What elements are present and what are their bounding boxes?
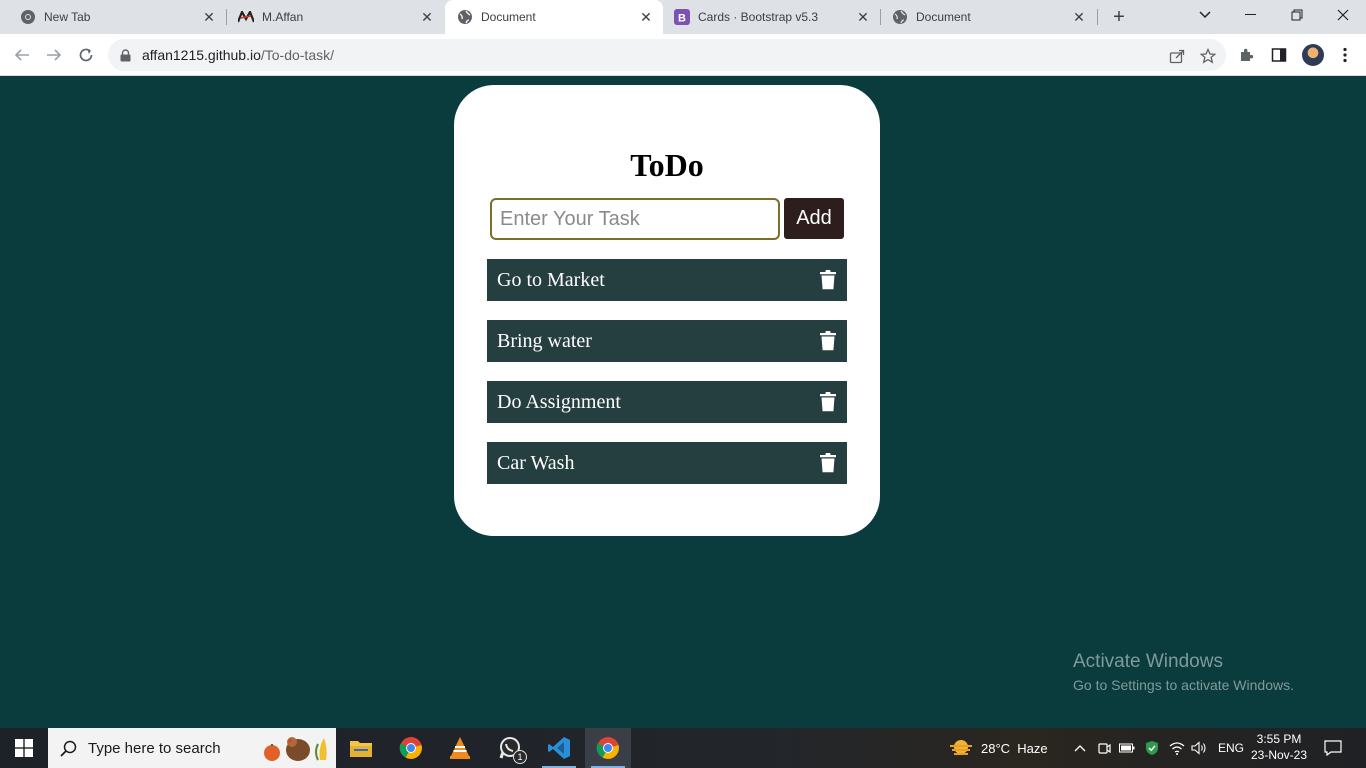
close-icon[interactable]: ✕ (418, 8, 436, 26)
menu-kebab-icon[interactable] (1334, 44, 1356, 66)
task-input[interactable] (490, 198, 780, 240)
tab-document[interactable]: Document ✕ (880, 0, 1096, 34)
tab-title: New Tab (44, 10, 91, 24)
extensions-puzzle-icon[interactable] (1236, 44, 1258, 66)
task-text: Car Wash (497, 451, 575, 474)
close-icon[interactable]: ✕ (1070, 8, 1088, 26)
add-button[interactable]: Add (784, 198, 844, 239)
task-item: Car Wash (487, 442, 847, 484)
task-item: Do Assignment (487, 381, 847, 423)
trash-icon[interactable] (819, 269, 837, 291)
avatar (1302, 44, 1324, 66)
clock-time: 3:55 PM (1256, 732, 1302, 746)
task-text: Go to Market (497, 268, 605, 291)
trash-icon[interactable] (819, 330, 837, 352)
language-label: ENG (1218, 741, 1245, 755)
meet-now-icon[interactable] (1095, 739, 1113, 757)
page-title: ToDo (630, 147, 704, 183)
taskbar-search[interactable]: Type here to search (48, 728, 336, 768)
task-list: Go to Market Bring water Do Assignment C… (487, 259, 847, 503)
tab-new-tab[interactable]: New Tab ✕ (0, 0, 226, 34)
tab-document-active[interactable]: Document ✕ (445, 0, 663, 34)
bookmark-star-icon[interactable] (1199, 47, 1217, 65)
lock-icon[interactable] (120, 48, 132, 62)
todo-card: ToDo Add Go to Market Bring water Do Ass… (454, 85, 880, 536)
share-icon[interactable] (1168, 47, 1186, 65)
vlc-taskbar-icon[interactable] (437, 728, 483, 768)
weather-temp: 28°C (981, 740, 1011, 756)
battery-icon[interactable] (1118, 739, 1136, 757)
search-icon (60, 739, 78, 757)
task-text: Bring water (497, 329, 592, 352)
side-panel-icon[interactable] (1268, 44, 1290, 66)
task-item: Bring water (487, 320, 847, 362)
ma-logo-icon (238, 9, 254, 25)
url-host: affan1215.github.io (142, 47, 261, 63)
chrome-icon (20, 9, 36, 25)
tab-strip: New Tab ✕ M.Affan ✕ Document ✕ B Cards ·… (0, 0, 1366, 34)
url-path: /To-do-task/ (260, 47, 334, 63)
start-button[interactable] (0, 728, 48, 768)
restore-button[interactable] (1274, 0, 1320, 30)
globe-icon (457, 9, 473, 25)
svg-text:B: B (678, 13, 686, 25)
bootstrap-icon: B (674, 9, 690, 25)
chrome-taskbar-icon[interactable] (388, 728, 434, 768)
volume-icon[interactable] (1190, 739, 1208, 757)
whatsapp-taskbar-icon[interactable]: 1 (487, 728, 533, 768)
tab-title: Cards · Bootstrap v5.3 (698, 10, 819, 24)
tab-bootstrap[interactable]: B Cards · Bootstrap v5.3 ✕ (662, 0, 880, 34)
weather-widget[interactable]: 28°C Haze (981, 728, 1048, 768)
windows-taskbar: Type here to search 1 28°C Haze ENG 3:55… (0, 728, 1366, 768)
security-shield-icon[interactable] (1143, 739, 1161, 757)
address-bar[interactable]: affan1215.github.io/To-do-task/ (108, 39, 1226, 71)
close-icon[interactable]: ✕ (637, 8, 655, 26)
tab-search-chevron-icon[interactable] (1182, 0, 1228, 30)
tab-maffan[interactable]: M.Affan ✕ (218, 0, 444, 34)
notification-badge: 1 (513, 750, 527, 764)
task-text: Do Assignment (497, 390, 621, 413)
globe-icon (892, 9, 908, 25)
trash-icon[interactable] (819, 391, 837, 413)
close-icon[interactable]: ✕ (854, 8, 872, 26)
wifi-icon[interactable] (1168, 739, 1186, 757)
tab-title: Document (916, 10, 971, 24)
clock-date: 23-Nov-23 (1250, 748, 1308, 762)
weather-haze-icon[interactable] (948, 739, 974, 757)
page-viewport: ToDo Add Go to Market Bring water Do Ass… (0, 77, 1366, 728)
system-clock[interactable]: 3:55 PM 23-Nov-23 (1246, 731, 1312, 763)
profile-avatar[interactable] (1302, 44, 1324, 66)
input-language[interactable]: ENG (1218, 728, 1244, 768)
browser-toolbar: affan1215.github.io/To-do-task/ (0, 34, 1366, 76)
reload-button[interactable] (74, 43, 98, 67)
weather-desc: Haze (1017, 740, 1048, 756)
watermark-title: Activate Windows (1073, 651, 1223, 672)
close-icon[interactable]: ✕ (200, 8, 218, 26)
task-item: Go to Market (487, 259, 847, 301)
notification-center-icon[interactable] (1324, 739, 1342, 757)
chrome-active-taskbar-icon[interactable] (585, 728, 631, 768)
activate-windows-watermark: Activate Windows Go to Settings to activ… (1073, 651, 1294, 693)
file-explorer-taskbar-icon[interactable] (338, 728, 384, 768)
forward-button[interactable] (42, 43, 66, 67)
chevron-up-icon[interactable] (1071, 739, 1089, 757)
windows-logo-icon (15, 739, 33, 757)
tab-title: Document (481, 10, 536, 24)
vscode-taskbar-icon[interactable] (536, 728, 582, 768)
url-text: affan1215.github.io/To-do-task/ (142, 47, 334, 63)
thanksgiving-decoration-icon (264, 737, 327, 761)
tab-divider (1097, 9, 1098, 25)
search-placeholder: Type here to search (88, 739, 221, 757)
back-button[interactable] (10, 43, 34, 67)
new-tab-button[interactable]: + (1108, 6, 1130, 28)
tab-title: M.Affan (262, 10, 304, 24)
minimize-button[interactable] (1228, 0, 1274, 30)
watermark-subtitle: Go to Settings to activate Windows. (1073, 677, 1294, 693)
trash-icon[interactable] (819, 452, 837, 474)
close-window-button[interactable] (1320, 0, 1366, 30)
